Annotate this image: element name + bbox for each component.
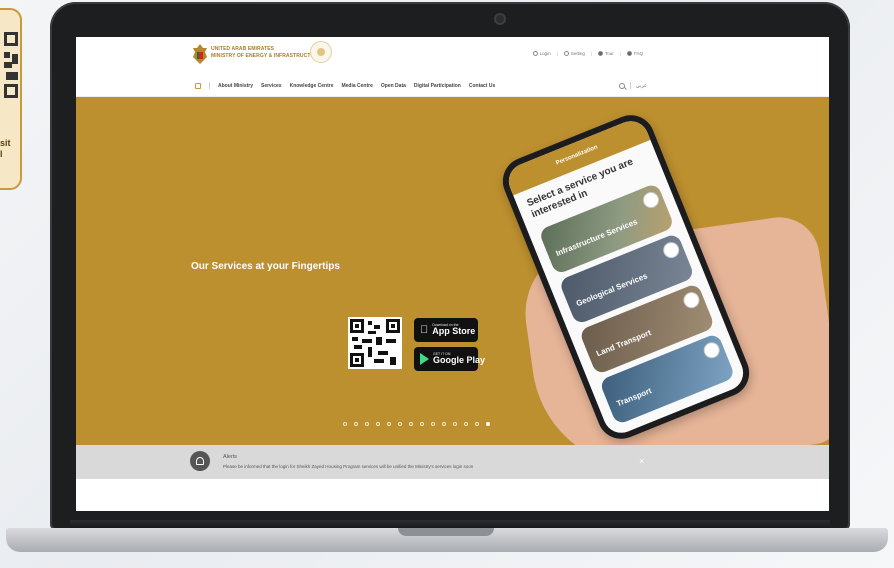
separator: |: [590, 51, 593, 56]
service-label: Geological Services: [574, 271, 649, 309]
nav-digital-participation[interactable]: Digital Participation: [414, 83, 461, 89]
carousel-dot[interactable]: [365, 422, 369, 426]
bell-icon: [190, 451, 210, 471]
site-header: UNITED ARAB EMIRATES MINISTRY OF ENERGY …: [76, 37, 829, 77]
ship-icon: [701, 339, 723, 361]
language-switch[interactable]: عربي: [636, 83, 647, 89]
qr-code-icon: [4, 32, 18, 98]
qr-code-icon: [348, 317, 402, 369]
alert-title: Alerts: [223, 454, 238, 460]
nav-open-data[interactable]: Open Data: [381, 83, 406, 89]
carousel-dot[interactable]: [486, 422, 490, 426]
nav-contact-us[interactable]: Contact Us: [469, 83, 495, 89]
alert-message: Please be informed that the login for Sh…: [223, 464, 474, 469]
nav-divider: [209, 82, 210, 89]
laptop-base: [6, 528, 888, 552]
alert-bar: Alerts Please be informed that the login…: [76, 445, 829, 479]
separator: |: [556, 51, 558, 56]
ministry-line1: UNITED ARAB EMIRATES: [211, 46, 275, 52]
uae-emblem-icon[interactable]: [191, 43, 209, 65]
carousel-dot[interactable]: [398, 422, 402, 426]
gear-icon: [563, 51, 569, 56]
tour-link[interactable]: Tour: [598, 51, 614, 56]
faq-label: FAQ: [633, 51, 643, 56]
google-play-icon: [420, 353, 429, 365]
carousel-dots: [343, 422, 490, 426]
tour-label: Tour: [605, 51, 614, 56]
laptop-notch: [398, 528, 494, 536]
faq-icon: [626, 51, 632, 56]
service-label: Land Transport: [595, 328, 653, 359]
close-icon[interactable]: ×: [639, 456, 644, 466]
carousel-dot[interactable]: [376, 422, 380, 426]
nav-about-ministry[interactable]: About Ministry: [218, 83, 253, 89]
nav-media-centre[interactable]: Media Centre: [341, 83, 372, 89]
carousel-dot[interactable]: [343, 422, 347, 426]
separator: |: [619, 51, 621, 56]
camera-icon: [494, 13, 506, 25]
login-icon: [532, 51, 538, 56]
carousel-dot[interactable]: [431, 422, 435, 426]
hero-banner: Our Services at your Fingertips  Downlo…: [76, 97, 829, 482]
ministry-name[interactable]: UNITED ARAB EMIRATES MINISTRY OF ENERGY …: [211, 46, 321, 60]
tower-icon: [660, 239, 682, 261]
car-icon: [681, 289, 702, 311]
carousel-dot[interactable]: [453, 422, 457, 426]
carousel-dot[interactable]: [409, 422, 413, 426]
google-play-small-text: GET IT ON: [433, 351, 451, 356]
app-store-small-text: Download on the: [424, 322, 458, 327]
setting-link[interactable]: Setting: [563, 51, 585, 56]
search-icon[interactable]: [618, 82, 625, 89]
carousel-dot[interactable]: [387, 422, 391, 426]
service-label: Transport: [615, 386, 653, 409]
setting-label: Setting: [570, 51, 585, 56]
carousel-dot[interactable]: [420, 422, 424, 426]
app-store-label: App Store: [424, 326, 475, 337]
qr-side-card: sit l: [0, 8, 22, 190]
login-label: Login: [539, 51, 551, 56]
side-card-text: sit l: [0, 138, 11, 159]
hero-title: Our Services at your Fingertips: [191, 261, 340, 272]
carousel-dot[interactable]: [464, 422, 468, 426]
home-icon[interactable]: [195, 82, 201, 89]
bridge-icon: [640, 189, 662, 211]
ministry-line2: MINISTRY OF ENERGY & INFRASTRUCTURE: [211, 53, 322, 59]
nav-knowledge-centre[interactable]: Knowledge Centre: [290, 83, 334, 89]
carousel-dot[interactable]: [354, 422, 358, 426]
app-store-button[interactable]:  Download on the App Store: [414, 318, 478, 342]
award-badge-icon: [310, 41, 332, 63]
tour-icon: [598, 51, 604, 56]
carousel-dot[interactable]: [475, 422, 479, 426]
laptop-screen: UNITED ARAB EMIRATES MINISTRY OF ENERGY …: [76, 37, 829, 511]
faq-link[interactable]: FAQ: [626, 51, 643, 56]
carousel-dot[interactable]: [442, 422, 446, 426]
google-play-button[interactable]: GET IT ON Google Play: [414, 347, 485, 371]
login-link[interactable]: Login: [532, 51, 551, 56]
google-play-label: Google Play: [433, 355, 486, 366]
nav-divider: [629, 82, 631, 89]
utility-links: Login | Setting | Tour | FAQ: [532, 51, 643, 56]
main-nav: About Ministry Services Knowledge Centre…: [76, 77, 829, 97]
nav-services[interactable]: Services: [261, 83, 282, 89]
apple-icon: : [420, 324, 428, 336]
